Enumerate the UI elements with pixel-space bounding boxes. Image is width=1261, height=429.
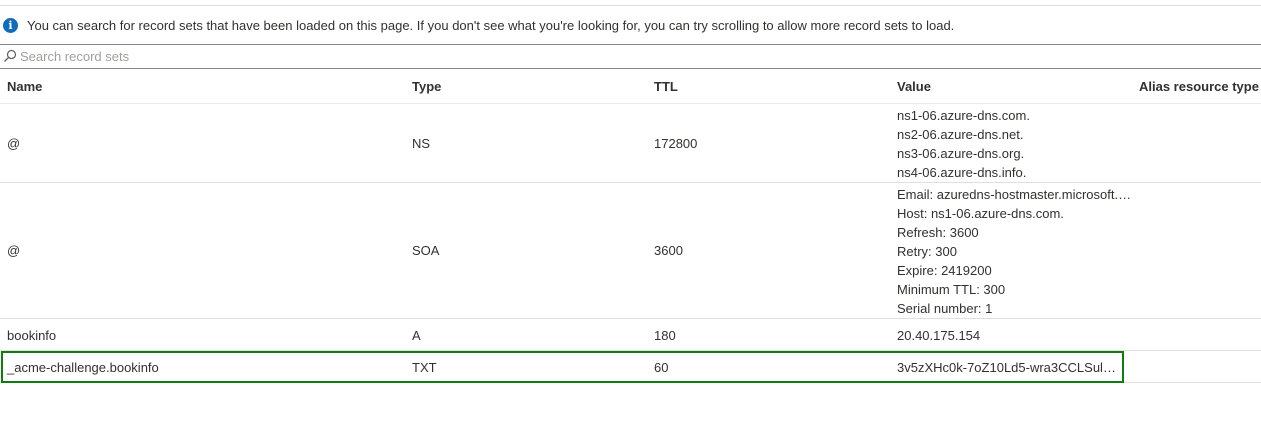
- record-value-line: Minimum TTL: 300: [897, 282, 1006, 297]
- record-name[interactable]: _acme-challenge.bookinfo: [7, 360, 159, 375]
- record-name[interactable]: @: [7, 243, 20, 258]
- table-row[interactable]: @ NS 172800 ns1-06.azure-dns.com. ns2-06…: [0, 104, 1261, 183]
- record-value-line: Expire: 2419200: [897, 263, 992, 278]
- record-value-line: Retry: 300: [897, 244, 957, 259]
- search-icon: [4, 49, 17, 62]
- info-message: You can search for record sets that have…: [27, 18, 955, 33]
- info-icon: i: [3, 18, 18, 33]
- column-header-ttl[interactable]: TTL: [654, 79, 678, 94]
- record-value: 3v5zXHc0k-7oZ10Ld5-wra3CCLSulvtz…: [897, 360, 1121, 375]
- search-bar[interactable]: [0, 44, 1261, 69]
- search-input[interactable]: [20, 47, 620, 65]
- record-name[interactable]: @: [7, 136, 20, 151]
- column-header-name[interactable]: Name: [7, 79, 42, 94]
- table-header: Name Type TTL Value Alias resource type: [0, 69, 1261, 104]
- column-header-type[interactable]: Type: [412, 79, 441, 94]
- record-value-line: ns1-06.azure-dns.com.: [897, 108, 1030, 123]
- record-ttl: 172800: [654, 136, 698, 151]
- record-value-line: Email: azuredns-hostmaster.microsoft.…: [897, 187, 1132, 202]
- record-value-line: Serial number: 1: [897, 301, 993, 316]
- record-value-line: ns2-06.azure-dns.net.: [897, 127, 1024, 142]
- record-name[interactable]: bookinfo: [7, 328, 56, 343]
- record-ttl: 60: [654, 360, 669, 375]
- table-row[interactable]: bookinfo A 180 20.40.175.154: [0, 319, 1261, 351]
- record-value-line: ns3-06.azure-dns.org.: [897, 146, 1025, 161]
- info-banner: i You can search for record sets that ha…: [0, 5, 1261, 46]
- record-type: SOA: [412, 243, 440, 258]
- record-ttl: 3600: [654, 243, 683, 258]
- record-value-line: Refresh: 3600: [897, 225, 979, 240]
- table-row[interactable]: @ SOA 3600 Email: azuredns-hostmaster.mi…: [0, 183, 1261, 319]
- record-value: 20.40.175.154: [897, 328, 981, 343]
- record-value-line: Host: ns1-06.azure-dns.com.: [897, 206, 1064, 221]
- column-header-alias-resource-type[interactable]: Alias resource type: [1139, 79, 1259, 94]
- record-type: A: [412, 328, 421, 343]
- record-type: NS: [412, 136, 431, 151]
- column-header-value[interactable]: Value: [897, 79, 931, 94]
- record-type: TXT: [412, 360, 437, 375]
- record-value: ns1-06.azure-dns.com. ns2-06.azure-dns.n…: [897, 106, 1030, 182]
- record-ttl: 180: [654, 328, 676, 343]
- record-value: Email: azuredns-hostmaster.microsoft.… H…: [897, 185, 1131, 318]
- record-value-line: ns4-06.azure-dns.info.: [897, 165, 1027, 180]
- table-row-selected[interactable]: _acme-challenge.bookinfo TXT 60 3v5zXHc0…: [0, 351, 1261, 383]
